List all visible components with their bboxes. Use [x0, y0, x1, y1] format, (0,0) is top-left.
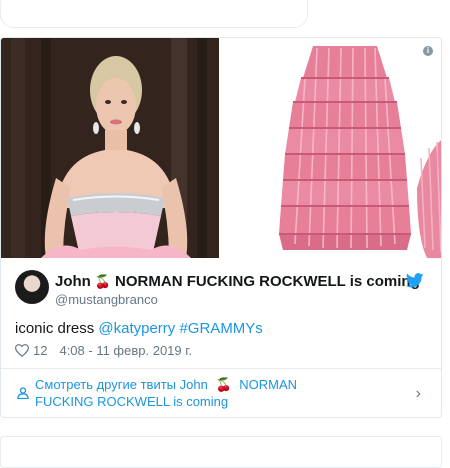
display-name-rest: NORMAN FUCKING ROCKWELL is coming	[115, 273, 420, 290]
tweet-meta: 12 4:08 - 11 февр. 2019 г.	[15, 343, 192, 358]
embedded-tweet[interactable]: i John 🍒 NORMAN FUCKING ROCKWELL is coming…	[0, 37, 442, 418]
previous-card	[0, 0, 308, 28]
display-name-first: John	[55, 273, 91, 290]
photo-katy-perry-dress[interactable]	[1, 38, 219, 258]
avatar[interactable]	[15, 270, 49, 304]
tweet-text-plain: iconic dress	[15, 320, 99, 337]
tweet-text: iconic dress @katyperry #GRAMMYs	[15, 320, 263, 337]
info-icon[interactable]: i	[423, 46, 433, 56]
hashtag-link[interactable]: #GRAMMYs	[179, 320, 262, 337]
chevron-right-icon[interactable]: ›	[416, 385, 421, 403]
like-count[interactable]: 12	[33, 343, 47, 358]
see-more-tweets-text[interactable]: Смотреть другие твиты John 🍒 NORMAN FUCK…	[35, 376, 355, 410]
display-name[interactable]: John 🍒 NORMAN FUCKING ROCKWELL is coming	[55, 273, 420, 290]
see-more-tweets-link[interactable]: Смотреть другие твиты John 🍒 NORMAN FUCK…	[1, 368, 441, 417]
photo-pink-cupcake-liners[interactable]: i	[221, 38, 441, 258]
tweet-media[interactable]: i	[1, 38, 441, 258]
cherry-emoji-icon: 🍒	[215, 377, 232, 392]
tweet-header: John 🍒 NORMAN FUCKING ROCKWELL is coming @…	[15, 270, 435, 310]
user-handle[interactable]: @mustangbranco	[55, 292, 158, 307]
cherry-emoji-icon: 🍒	[94, 274, 112, 289]
next-card	[0, 436, 442, 468]
timestamp[interactable]: 4:08 - 11 февр. 2019 г.	[59, 343, 192, 358]
twitter-bird-icon[interactable]	[406, 273, 424, 288]
user-icon	[17, 387, 29, 399]
see-more-prefix: Смотреть другие твиты John	[35, 377, 208, 392]
heart-icon[interactable]	[15, 344, 29, 357]
mention-link[interactable]: @katyperry	[98, 320, 175, 337]
